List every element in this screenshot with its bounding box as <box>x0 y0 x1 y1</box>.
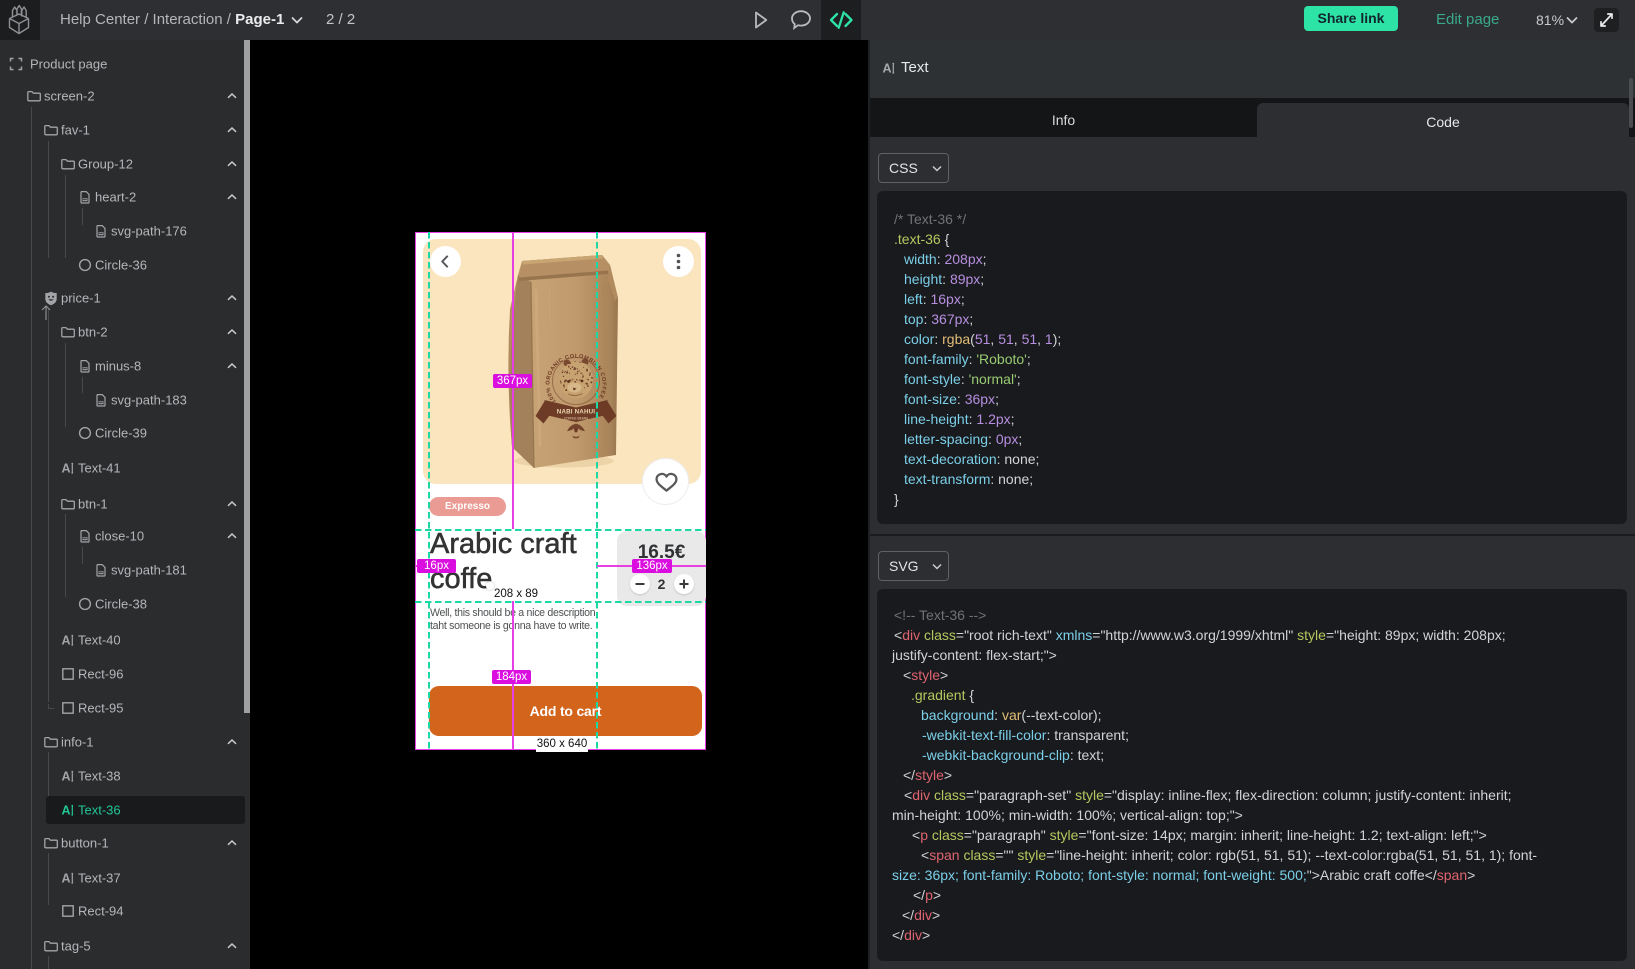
svg-text:COFFEE BEANS: COFFEE BEANS <box>564 416 589 420</box>
svg-text:NABI NAHUI: NABI NAHUI <box>557 409 596 416</box>
